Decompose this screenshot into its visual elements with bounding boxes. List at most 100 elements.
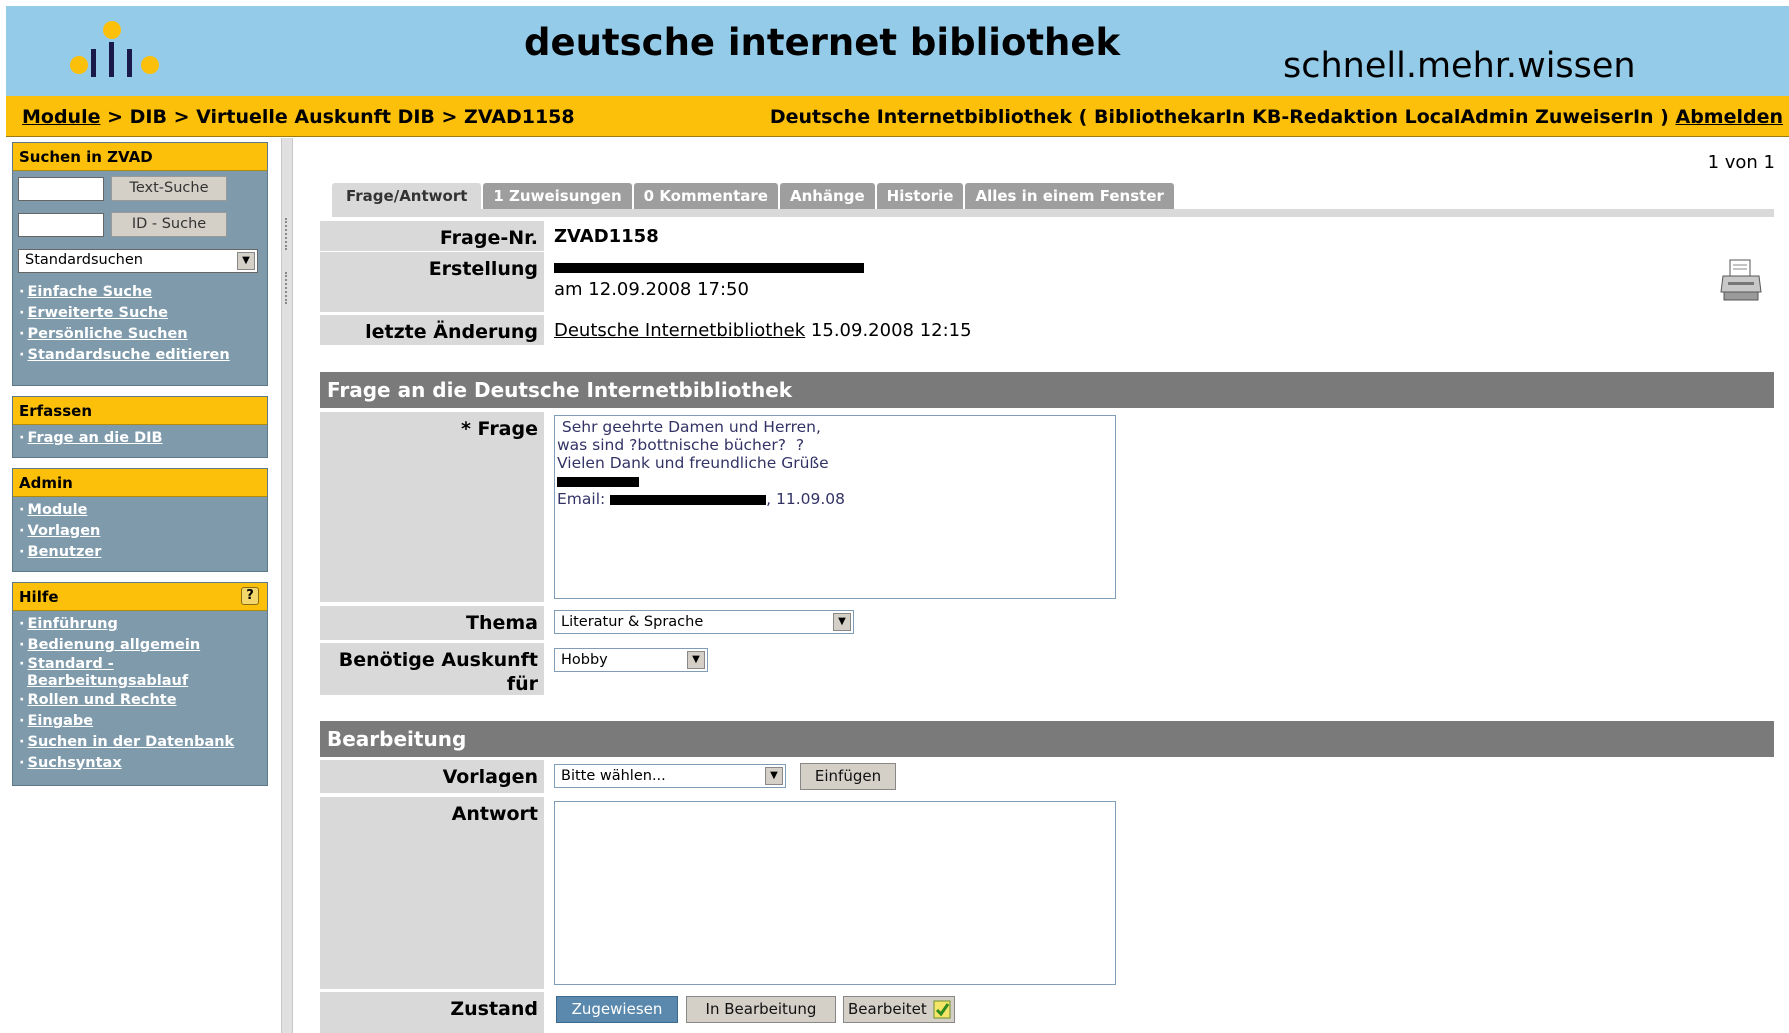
tab-alles-in-einem-fenster[interactable]: Alles in einem Fenster (965, 183, 1174, 209)
sidebar-item-frage-an-die-dib: Frage an die DIB (19, 428, 261, 449)
erstellung-date: am 12.09.2008 17:50 (554, 279, 749, 300)
redacted-author (554, 263, 864, 273)
id-search-input[interactable] (18, 213, 104, 237)
aenderung-label: letzte Änderung (320, 315, 544, 345)
sidebar-splitter[interactable] (281, 138, 293, 1033)
printer-icon[interactable] (1720, 258, 1762, 304)
frage-label: * Frage (320, 412, 544, 602)
site-header: deutsche internet bibliothek schnell.meh… (6, 6, 1789, 96)
tab-zuweisungen[interactable]: 1 Zuweisungen (483, 183, 632, 209)
thema-select[interactable]: Literatur & Sprache ▼ (554, 610, 854, 634)
einfuegen-button[interactable]: Einfügen (800, 763, 896, 790)
einfuehrung-link[interactable]: Einführung (28, 616, 118, 632)
check-icon (933, 1000, 951, 1019)
standard-bearbeitungsablauf-link-2[interactable]: Bearbeitungsablauf (27, 673, 188, 689)
rollen-und-rechte-link[interactable]: Rollen und Rechte (28, 692, 177, 708)
suchen-in-der-datenbank-link[interactable]: Suchen in der Datenbank (28, 734, 235, 750)
id-search-button[interactable]: ID - Suche (111, 212, 227, 237)
help-icon[interactable]: ? (241, 587, 259, 605)
standard-search-select[interactable]: Standardsuchen ▼ (18, 249, 258, 273)
thema-value: Literatur & Sprache (561, 614, 704, 630)
frage-line-3: Vielen Dank und freundliche Grüße (557, 454, 829, 472)
aenderung-link[interactable]: Deutsche Internetbibliothek (554, 320, 805, 341)
sidebar-item-einfuehrung: Einführung (19, 614, 261, 635)
search-box: Suchen in ZVAD Text-Suche ID - Suche Sta… (12, 142, 268, 386)
frage-email-label: Email: (557, 490, 611, 508)
benutzer-link[interactable]: Benutzer (28, 544, 102, 560)
breadcrumb-module-link[interactable]: Module (22, 106, 101, 128)
user-roles: Deutsche Internetbibliothek ( Bibliothek… (769, 106, 1676, 128)
section-bearbeitung-header: Bearbeitung (320, 721, 1774, 757)
tab-frage-antwort[interactable]: Frage/Antwort (332, 183, 482, 209)
section-frage-header: Frage an die Deutsche Internetbibliothek (320, 372, 1774, 408)
id-search-row: ID - Suche (13, 207, 267, 243)
redacted-name (557, 476, 639, 487)
vorlagen-link[interactable]: Vorlagen (28, 523, 101, 539)
vorlagen-value: Bitte wählen... (561, 768, 666, 784)
persoenliche-suchen-link[interactable]: Persönliche Suchen (28, 326, 188, 342)
pager: 1 von 1 (1707, 152, 1775, 173)
frage-an-die-dib-link[interactable]: Frage an die DIB (28, 430, 163, 446)
sidebar-item-vorlagen: Vorlagen (19, 521, 261, 542)
tab-historie[interactable]: Historie (876, 183, 964, 209)
search-box-title: Suchen in ZVAD (13, 143, 267, 171)
antwort-textarea[interactable] (554, 801, 1116, 985)
tab-bar: Frage/Antwort 1 Zuweisungen 0 Kommentare An… (332, 183, 1176, 209)
search-links: Einfache Suche Erweiterte Suche Persönli… (13, 279, 267, 372)
in-bearbeitung-button[interactable]: In Bearbeitung (686, 996, 836, 1023)
vorlagen-select[interactable]: Bitte wählen... ▼ (554, 764, 786, 788)
sidebar-item-module: Module (19, 500, 261, 521)
site-tagline: schnell.mehr.wissen (1283, 46, 1636, 86)
erstellung-row: Erstellung am 12.09.2008 17:50 (320, 252, 1774, 312)
nav-bar: Module > DIB > Virtuelle Auskunft DIB > … (6, 96, 1789, 137)
antwort-label: Antwort (320, 797, 544, 989)
admin-links: Module Vorlagen Benutzer (13, 497, 267, 569)
zustand-row: Zustand Zugewiesen In Bearbeitung Bearbe… (320, 992, 1774, 1033)
tab-kommentare[interactable]: 0 Kommentare (633, 183, 778, 209)
einfache-suche-link[interactable]: Einfache Suche (28, 284, 153, 300)
user-info: Deutsche Internetbibliothek ( Bibliothek… (770, 106, 1783, 128)
frage-row: * Frage Sehr geehrte Damen und Herren, w… (320, 412, 1774, 602)
standard-bearbeitungsablauf-link-1[interactable]: Standard - (28, 656, 114, 672)
frage-nr-row: Frage-Nr. ZVAD1158 (320, 221, 1774, 251)
aenderung-value: Deutsche Internetbibliothek 15.09.2008 1… (554, 320, 972, 342)
tab-anhaenge[interactable]: Anhänge (779, 183, 875, 209)
sidebar-item-standardsuche-editieren: Standardsuche editieren (19, 345, 261, 366)
bearbeitet-label: Bearbeitet (848, 1000, 927, 1018)
logout-link[interactable]: Abmelden (1675, 106, 1783, 128)
dib-logo-icon (70, 21, 159, 77)
text-search-input[interactable] (18, 177, 104, 201)
thema-row: Thema Literatur & Sprache ▼ (320, 606, 1774, 640)
hilfe-links: Einführung Bedienung allgemein Standard … (13, 611, 267, 780)
chevron-down-icon: ▼ (765, 767, 783, 785)
auskunft-label: Benötige Auskunft für (320, 643, 544, 695)
erstellung-value: am 12.09.2008 17:50 (554, 257, 864, 301)
sidebar-item-eingabe: Eingabe (19, 711, 261, 732)
aenderung-row: letzte Änderung Deutsche Internetbibliot… (320, 315, 1774, 345)
auskunft-select[interactable]: Hobby ▼ (554, 648, 708, 672)
module-link[interactable]: Module (28, 502, 88, 518)
sidebar-item-bearbeitungsablauf: Standard -Bearbeitungsablauf (19, 656, 261, 690)
auskunft-row: Benötige Auskunft für Hobby ▼ (320, 643, 1774, 695)
hilfe-box: Hilfe? Einführung Bedienung allgemein St… (12, 582, 268, 786)
standardsuche-editieren-link[interactable]: Standardsuche editieren (28, 347, 230, 363)
zugewiesen-button[interactable]: Zugewiesen (556, 996, 678, 1023)
frage-textarea[interactable]: Sehr geehrte Damen und Herren, was sind … (554, 415, 1116, 599)
eingabe-link[interactable]: Eingabe (28, 713, 94, 729)
erweiterte-suche-link[interactable]: Erweiterte Suche (28, 305, 169, 321)
breadcrumb: Module > DIB > Virtuelle Auskunft DIB > … (22, 106, 575, 128)
admin-box-title: Admin (13, 469, 267, 497)
bedienung-allgemein-link[interactable]: Bedienung allgemein (28, 637, 201, 653)
sidebar-item-einfache-suche: Einfache Suche (19, 282, 261, 303)
grip-icon (285, 218, 289, 250)
erfassen-box: Erfassen Frage an die DIB (12, 396, 268, 458)
frage-nr-label: Frage-Nr. (320, 221, 544, 251)
sidebar-item-benutzer: Benutzer (19, 542, 261, 563)
bearbeitet-button[interactable]: Bearbeitet (843, 996, 955, 1023)
chevron-down-icon: ▼ (833, 613, 851, 631)
auskunft-value: Hobby (561, 652, 608, 668)
admin-box: Admin Module Vorlagen Benutzer (12, 468, 268, 572)
suchsyntax-link[interactable]: Suchsyntax (28, 755, 122, 771)
erfassen-box-title: Erfassen (13, 397, 267, 425)
text-search-button[interactable]: Text-Suche (111, 176, 227, 201)
